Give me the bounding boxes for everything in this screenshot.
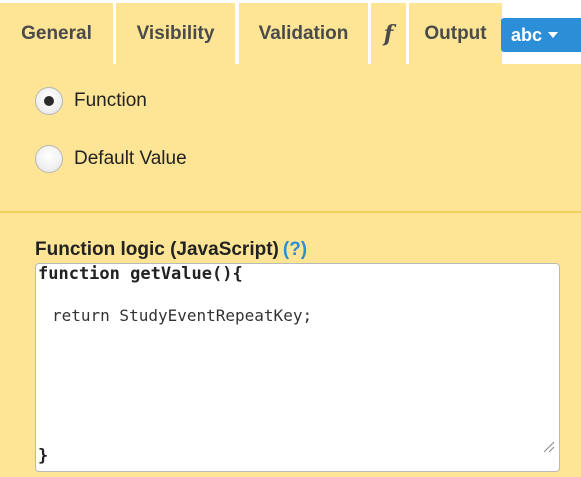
function-code-editor[interactable]: function getValue(){ return StudyEventRe… (35, 263, 560, 472)
tab-visibility[interactable]: Visibility (116, 3, 235, 64)
resize-handle-icon[interactable] (543, 441, 555, 453)
tab-output[interactable]: Output (409, 3, 502, 64)
help-link[interactable]: (?) (283, 239, 307, 260)
code-line: } (38, 446, 49, 466)
tab-function[interactable]: f (371, 3, 406, 64)
code-line: return StudyEventRepeatKey; (52, 306, 313, 325)
type-dropdown-button[interactable]: abc (501, 18, 581, 52)
radio-label-function: Function (74, 90, 147, 111)
radio-button-function[interactable] (35, 87, 63, 115)
tab-validation[interactable]: Validation (239, 3, 368, 64)
type-dropdown-label: abc (511, 24, 543, 45)
section-divider (0, 211, 581, 213)
radio-default-value[interactable]: Default Value (35, 145, 187, 173)
function-logic-title: Function logic (JavaScript) (35, 239, 279, 260)
radio-label-default-value: Default Value (74, 148, 187, 169)
radio-button-default-value[interactable] (35, 145, 63, 173)
radio-selected-dot (44, 96, 54, 106)
function-logic-label: Function logic (JavaScript) (?) (35, 239, 307, 261)
code-line: function getValue(){ (38, 264, 243, 284)
tab-bar: General Visibility Validation f Output a… (0, 0, 581, 64)
radio-function[interactable]: Function (35, 87, 147, 115)
tab-general[interactable]: General (0, 3, 113, 64)
caret-down-icon (548, 32, 559, 38)
